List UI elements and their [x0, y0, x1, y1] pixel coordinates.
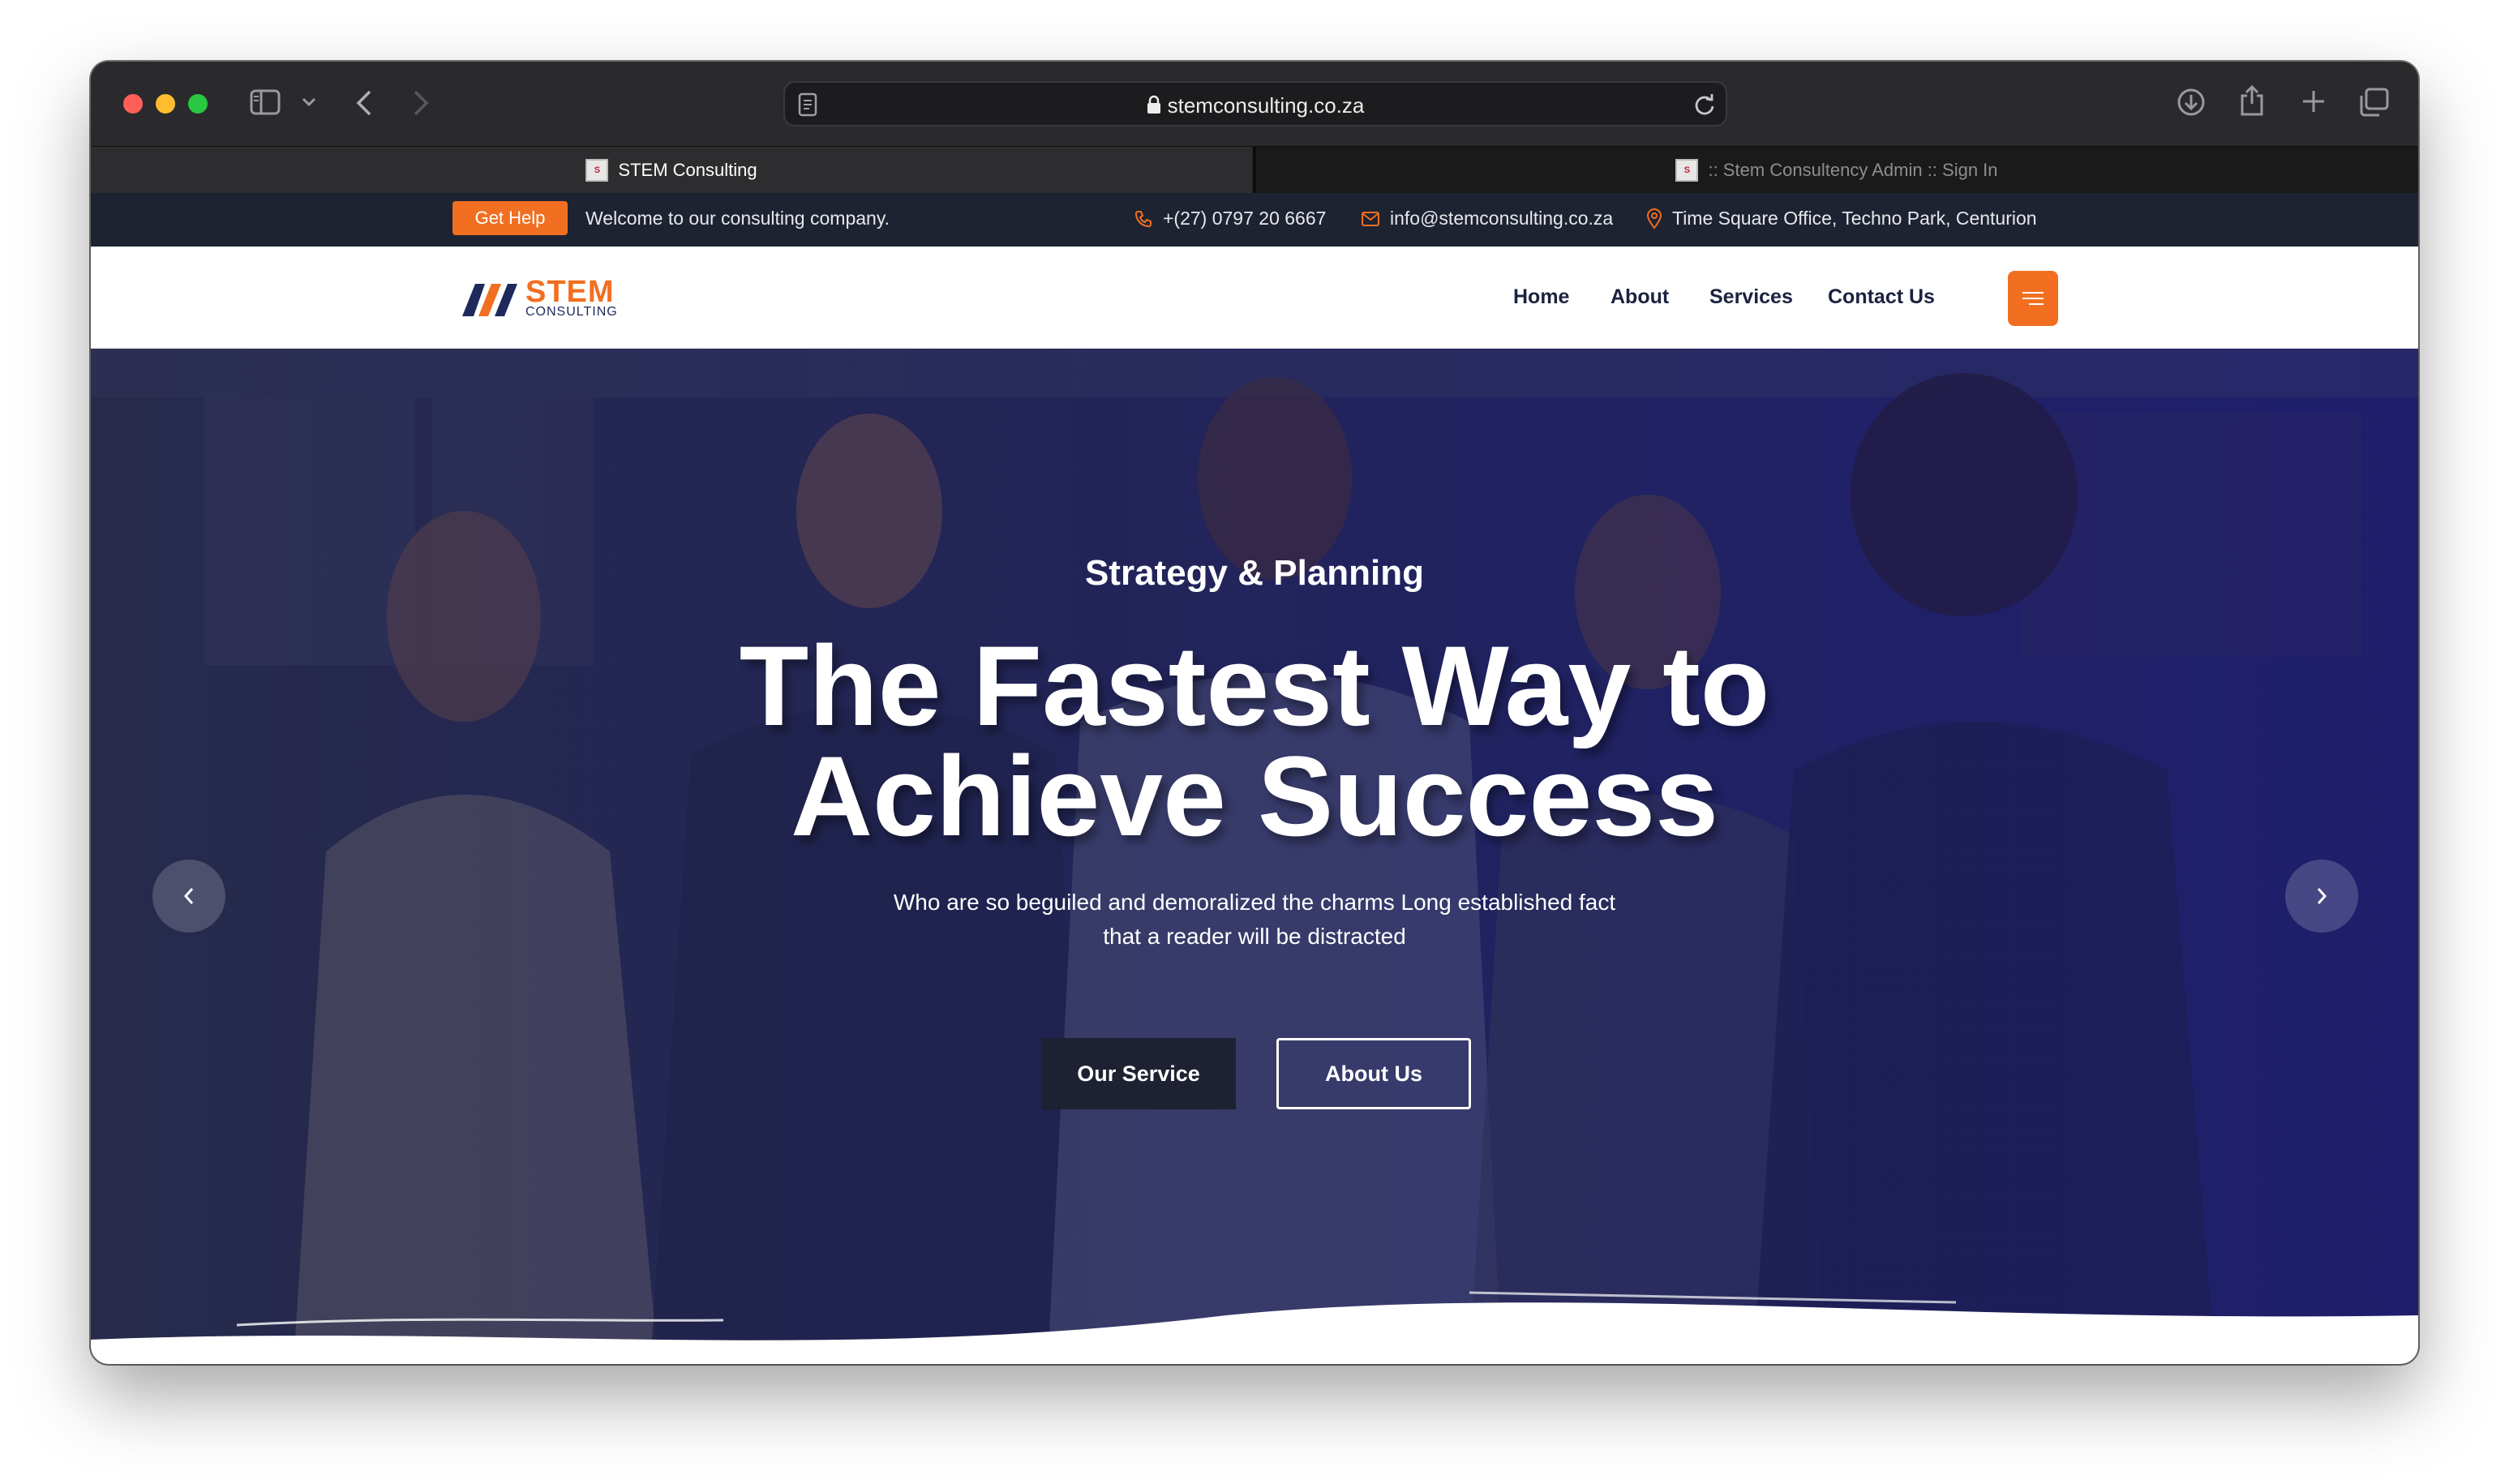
mail-icon	[1362, 211, 1379, 226]
hamburger-icon	[2022, 292, 2044, 305]
phone-icon	[1134, 210, 1152, 227]
logo-mark-icon	[462, 284, 517, 316]
address-contact: Time Square Office, Techno Park, Centuri…	[1646, 208, 2037, 229]
share-icon[interactable]	[2240, 84, 2264, 117]
stem-favicon-icon: S	[585, 159, 609, 182]
main-navbar: STEM CONSULTING Home About Services Cont…	[91, 247, 2418, 349]
hero-description: Who are so beguiled and demoralized the …	[849, 886, 1660, 954]
phone-number: +(27) 0797 20 6667	[1163, 208, 1327, 229]
url-display[interactable]: stemconsulting.co.za	[785, 93, 1726, 118]
tab-label: STEM Consulting	[618, 160, 757, 180]
sidebar-icon[interactable]	[250, 89, 281, 115]
hero-bottom-wave	[91, 1291, 2418, 1364]
hero-subtitle: Strategy & Planning	[1084, 553, 1425, 593]
top-info-bar: Get Help Welcome to our consulting compa…	[91, 193, 2418, 247]
nav-services[interactable]: Services	[1709, 285, 1793, 309]
minimize-window-button[interactable]	[156, 94, 175, 114]
logo-name: STEM	[525, 275, 615, 309]
our-service-button[interactable]: Our Service	[1041, 1038, 1236, 1109]
slider-prev-button[interactable]	[152, 860, 225, 933]
browser-toolbar: stemconsulting.co.za	[91, 62, 2418, 146]
arrow-right-icon	[2317, 888, 2327, 904]
tab-stem-consulting[interactable]: S STEM Consulting	[91, 147, 1252, 194]
arrow-left-icon	[183, 888, 194, 904]
tab-admin-sign-in[interactable]: S :: Stem Consultency Admin :: Sign In	[1254, 147, 2418, 194]
nav-home[interactable]: Home	[1513, 285, 1569, 309]
stem-logo[interactable]: STEM CONSULTING	[462, 274, 624, 323]
download-icon[interactable]	[2177, 88, 2206, 117]
welcome-text: Welcome to our consulting company.	[585, 208, 890, 229]
tab-strip: S STEM Consulting S :: Stem Consultency …	[91, 146, 2418, 194]
address-text: Time Square Office, Techno Park, Centuri…	[1672, 208, 2037, 229]
new-tab-icon[interactable]	[2301, 89, 2326, 114]
url-text: stemconsulting.co.za	[1167, 93, 1365, 118]
chevron-down-icon[interactable]	[302, 97, 316, 107]
address-bar[interactable]: stemconsulting.co.za	[783, 81, 1727, 127]
hero-title: The Fastest Way to Achieve Success	[91, 622, 2418, 860]
hero-title-line-2: Achieve Success	[790, 732, 1719, 860]
email-address: info@stemconsulting.co.za	[1390, 208, 1614, 229]
hero-description-line-2: that a reader will be distracted	[1103, 924, 1406, 949]
menu-button[interactable]	[2008, 271, 2058, 326]
tabs-overview-icon[interactable]	[2358, 88, 2389, 117]
reload-icon[interactable]	[1693, 92, 1716, 117]
tab-label: :: Stem Consultency Admin :: Sign In	[1708, 160, 1998, 180]
forward-icon[interactable]	[412, 89, 430, 117]
browser-window: stemconsulting.co.za S STEM Consulting S…	[91, 62, 2418, 1364]
zoom-window-button[interactable]	[188, 94, 208, 114]
hero-title-line-1: The Fastest Way to	[739, 622, 1770, 749]
nav-about[interactable]: About	[1610, 285, 1669, 309]
phone-contact[interactable]: +(27) 0797 20 6667	[1134, 208, 1326, 229]
location-icon	[1646, 208, 1662, 229]
email-contact[interactable]: info@stemconsulting.co.za	[1361, 208, 1613, 229]
lock-icon	[1147, 95, 1160, 114]
hero-slider: Strategy & Planning The Fastest Way to A…	[91, 349, 2418, 1364]
get-help-button[interactable]: Get Help	[452, 201, 568, 235]
back-icon[interactable]	[355, 89, 373, 117]
logo-sub: CONSULTING	[525, 305, 618, 319]
stem-favicon-icon: S	[1675, 159, 1699, 182]
close-window-button[interactable]	[123, 94, 143, 114]
nav-contact-us[interactable]: Contact Us	[1828, 285, 1935, 309]
slider-next-button[interactable]	[2285, 860, 2358, 933]
about-us-button[interactable]: About Us	[1276, 1038, 1471, 1109]
hero-description-line-1: Who are so beguiled and demoralized the …	[893, 890, 1616, 915]
